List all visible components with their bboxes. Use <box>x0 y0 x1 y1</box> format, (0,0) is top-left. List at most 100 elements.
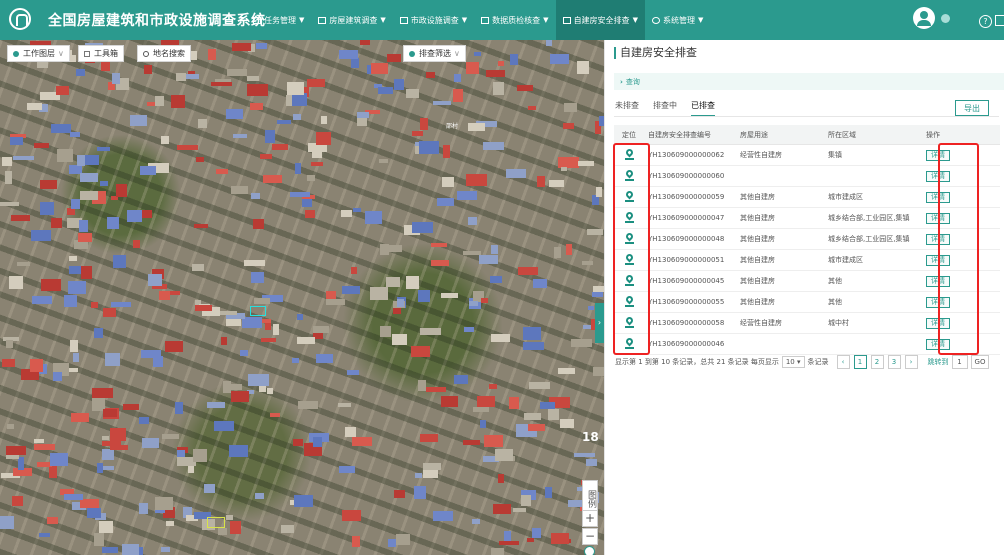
nav-task-management[interactable]: 任务管理 ▼ <box>246 0 311 40</box>
nav-data-qc[interactable]: 数据质检核查 ▼ <box>474 0 555 40</box>
detail-button[interactable]: 详情 <box>926 296 950 308</box>
place-label: 邵村 <box>446 123 459 130</box>
panel-title: 自建房安全排查 <box>614 47 697 59</box>
zoom-out-button[interactable]: − <box>582 528 598 545</box>
app-logo-icon <box>9 8 31 30</box>
chevron-right-icon: › <box>620 77 623 86</box>
locate-cell <box>614 165 644 187</box>
code-cell: YH130609000000062 <box>644 144 736 166</box>
locate-cell <box>614 312 644 334</box>
table-icon <box>562 16 571 24</box>
help-icon[interactable]: ? <box>979 15 992 28</box>
tab-surveying[interactable]: 排查中 <box>653 100 677 117</box>
action-cell: 详情 <box>922 312 1000 334</box>
prev-page-button[interactable]: ‹ <box>836 355 850 369</box>
search-icon <box>143 50 149 57</box>
nav-building-survey[interactable]: 房屋建筑调查 ▼ <box>311 0 392 40</box>
locate-cell <box>614 270 644 292</box>
locate-cell <box>614 228 644 250</box>
code-cell: YH130609000000048 <box>644 228 736 250</box>
page-2-button[interactable]: 2 <box>870 355 884 369</box>
area-cell <box>824 333 922 355</box>
location-pin-icon[interactable] <box>624 170 634 181</box>
location-pin-icon[interactable] <box>624 191 634 202</box>
place-search-button[interactable]: 地名搜索 <box>137 45 191 62</box>
location-pin-icon[interactable] <box>624 296 634 307</box>
location-pin-icon[interactable] <box>624 254 634 265</box>
tab-divider <box>614 116 999 117</box>
col-header-area: 所在区域 <box>824 125 922 145</box>
use-cell: 其他自建房 <box>736 249 824 271</box>
area-cell: 城中村 <box>824 312 922 334</box>
chevron-down-icon: ∨ <box>58 49 64 58</box>
page-1-button[interactable]: 1 <box>853 355 867 369</box>
toolbox-label: 工具箱 <box>94 49 118 58</box>
area-cell <box>824 165 922 187</box>
action-cell: 详情 <box>922 186 1000 208</box>
per-page-suffix: 条记录 <box>807 358 829 366</box>
detail-button[interactable]: 详情 <box>926 191 950 203</box>
logout-icon[interactable] <box>995 15 1004 26</box>
top-bar: 全国房屋建筑和市政设施调查系统 任务管理 ▼ 房屋建筑调查 ▼ 市政设施调查 ▼ 数据… <box>0 0 1004 40</box>
toolbox-button[interactable]: 工具箱 <box>78 45 124 62</box>
detail-button[interactable]: 详情 <box>926 233 950 245</box>
location-pin-icon[interactable] <box>624 338 634 349</box>
detail-button[interactable]: 详情 <box>926 275 950 287</box>
pagination-summary: 显示第 1 到第 10 条记录，总共 21 条记录 每页显示 <box>615 358 779 366</box>
detail-button[interactable]: 详情 <box>926 338 950 350</box>
collapse-panel-handle[interactable]: › <box>595 303 604 343</box>
tab-not-surveyed[interactable]: 未排查 <box>615 100 639 117</box>
caret-down-icon: ▼ <box>380 16 386 24</box>
location-pin-icon[interactable] <box>624 275 634 286</box>
use-cell: 其他自建房 <box>736 207 824 229</box>
code-cell: YH130609000000047 <box>644 207 736 229</box>
layers-label: 工作图层 <box>23 49 55 58</box>
area-cell: 城乡结合部,工业园区,集镇 <box>824 207 922 229</box>
col-header-use: 房屋用途 <box>736 125 824 145</box>
location-pin-icon[interactable] <box>624 317 634 328</box>
export-button[interactable]: 导出 <box>955 100 989 116</box>
zoom-level-indicator: 18 <box>582 430 599 444</box>
selected-building-marker[interactable] <box>207 517 225 528</box>
page-3-button[interactable]: 3 <box>887 355 901 369</box>
use-cell <box>736 333 824 355</box>
area-cell: 其他 <box>824 270 922 292</box>
highlight-building-marker[interactable] <box>250 306 266 316</box>
page-size-select[interactable]: 10 ▾ <box>781 356 805 368</box>
next-page-button[interactable]: › <box>904 355 918 369</box>
detail-button[interactable]: 详情 <box>926 149 950 161</box>
go-button[interactable]: GO <box>970 355 990 369</box>
compass-icon[interactable] <box>584 546 595 555</box>
nav-system-management[interactable]: 系统管理 ▼ <box>645 0 710 40</box>
notification-icon[interactable] <box>941 14 950 23</box>
code-cell: YH130609000000059 <box>644 186 736 208</box>
user-avatar-icon[interactable] <box>913 7 935 29</box>
satellite-map[interactable]: 工作图层 ∨ 工具箱 地名搜索 排查筛选 ∨ 邵村 18 图例 + − › <box>0 40 604 555</box>
location-pin-icon[interactable] <box>624 233 634 244</box>
detail-button[interactable]: 详情 <box>926 170 950 182</box>
layers-button[interactable]: 工作图层 ∨ <box>7 45 70 62</box>
detail-button[interactable]: 详情 <box>926 254 950 266</box>
location-pin-icon[interactable] <box>624 149 634 160</box>
legend-button[interactable]: 图例 <box>582 480 598 514</box>
tab-surveyed[interactable]: 已排查 <box>691 100 715 117</box>
code-cell: YH130609000000045 <box>644 270 736 292</box>
survey-filter-button[interactable]: 排查筛选 ∨ <box>403 45 466 62</box>
nav-label: 任务管理 <box>264 15 296 25</box>
zoom-in-button[interactable]: + <box>582 510 598 527</box>
location-pin-icon[interactable] <box>624 212 634 223</box>
detail-button[interactable]: 详情 <box>926 212 950 224</box>
table-row: YH130609000000058 经营性自建房 城中村 详情 <box>614 312 1000 334</box>
nav-self-built-safety[interactable]: 自建房安全排查 ▼ <box>555 0 645 40</box>
jump-page-input[interactable]: 1 <box>951 355 968 369</box>
query-toggle[interactable]: › 查询 <box>614 73 1004 90</box>
chevron-down-icon: ∨ <box>454 49 460 58</box>
caret-down-icon: ▼ <box>543 16 549 24</box>
detail-button[interactable]: 详情 <box>926 317 950 329</box>
nav-facility-survey[interactable]: 市政设施调查 ▼ <box>393 0 474 40</box>
filter-icon <box>409 50 415 57</box>
area-cell: 集镇 <box>824 144 922 166</box>
action-cell: 详情 <box>922 207 1000 229</box>
action-cell: 详情 <box>922 165 1000 187</box>
code-cell: YH130609000000051 <box>644 249 736 271</box>
